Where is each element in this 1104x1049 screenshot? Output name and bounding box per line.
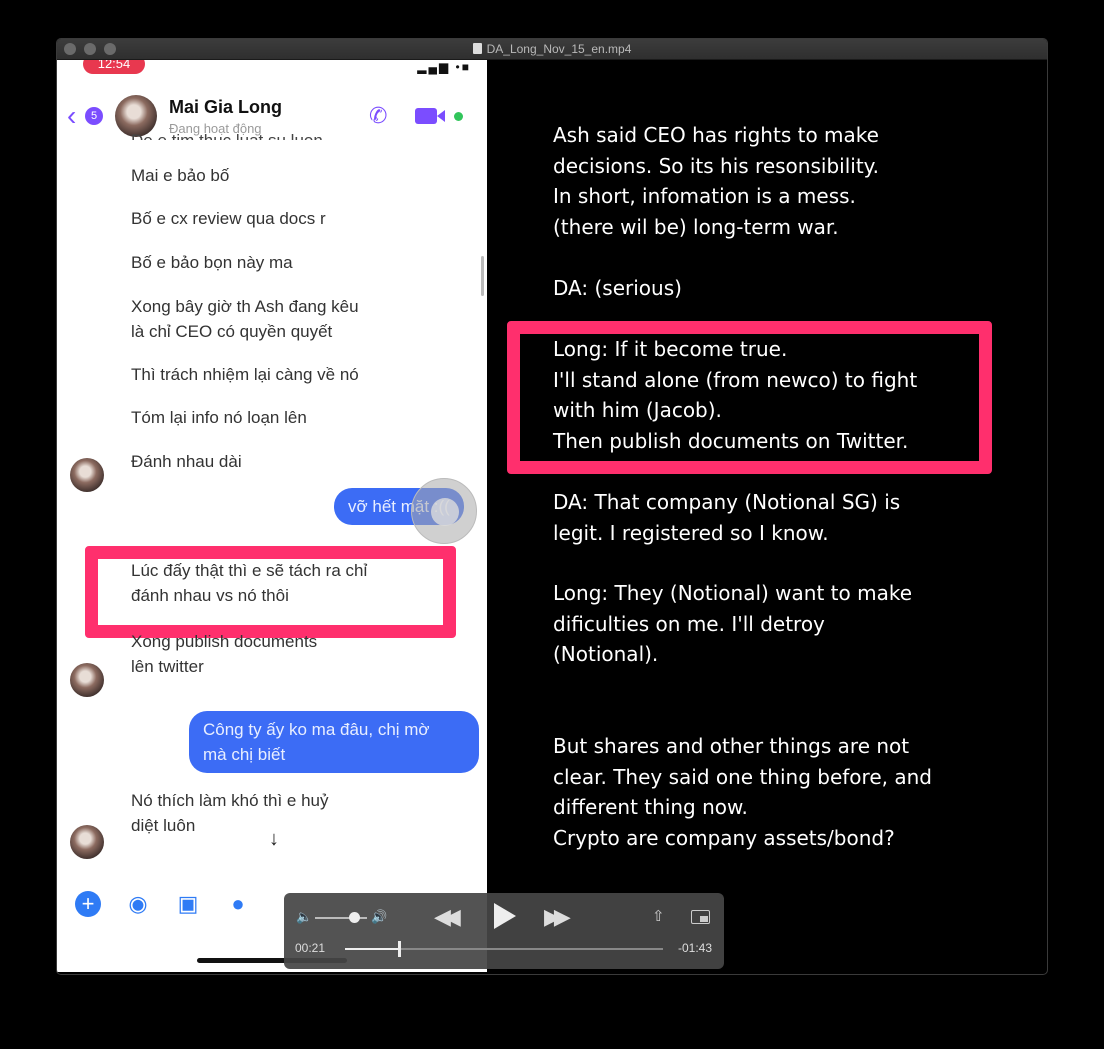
message-3: Bố e bảo bọn này ma: [131, 253, 293, 272]
video-player-window: DA_Long_Nov_15_en.mp4 12:54 ▂▄▆ •■ ‹ 5 M…: [56, 38, 1048, 975]
messenger-screenshot: 12:54 ▂▄▆ •■ ‹ 5 Mai Gia Long Đang hoạt …: [57, 60, 487, 972]
volume-min-icon[interactable]: 🔈: [296, 909, 312, 925]
message-6: Tóm lại info nó loạn lên: [131, 408, 307, 427]
microphone-icon: ●: [231, 891, 245, 916]
scrubber-progress: [345, 948, 400, 950]
volume-knob[interactable]: [349, 912, 360, 923]
message-9: Xong publish documents lên twitter: [131, 632, 318, 676]
remaining-time: -01:43: [677, 941, 712, 955]
camera-icon: ◉: [128, 891, 148, 916]
window-title-wrap: DA_Long_Nov_15_en.mp4: [57, 42, 1047, 56]
playback-controls: 🔈 🔊 ◀◀ ▶▶ ⇧ 00:21 -01:43: [284, 893, 724, 969]
highlight-box-left: [85, 546, 456, 638]
back-count-badge: 5: [85, 107, 103, 125]
cut-off-message: De e tim thuc luat su luon.: [131, 128, 328, 140]
share-icon[interactable]: ⇧: [652, 907, 665, 925]
scroll-down-arrow-icon: ↓: [257, 822, 291, 856]
back-chevron-icon: ‹: [67, 100, 77, 131]
play-icon[interactable]: [494, 903, 516, 929]
message-5: Thì trách nhiệm lại càng về nó: [131, 365, 359, 384]
image-icon: ▣: [177, 891, 199, 916]
video-file-icon: [472, 43, 482, 54]
slide-block-5: Long: They (Notional) want to make dific…: [553, 581, 913, 666]
phone-call-icon: ✆: [369, 103, 388, 128]
scroll-indicator: [481, 256, 484, 296]
assistive-touch-button: [411, 478, 477, 544]
outgoing-bubble-2: Công ty ấy ko ma đâu, chị mờ mà chị biết: [189, 711, 479, 773]
fast-forward-icon[interactable]: ▶▶: [544, 904, 571, 930]
slide-block-2: DA: (serious): [553, 276, 682, 300]
message-2: Bố e cx review qua docs r: [131, 209, 326, 228]
message-1: Mai e bảo bố: [131, 166, 230, 185]
sender-avatar: [70, 825, 104, 859]
status-icons: ▂▄▆ •■: [417, 60, 471, 74]
picture-in-picture-icon[interactable]: [691, 910, 710, 924]
status-time: 12:54: [83, 60, 145, 74]
scrubber-track[interactable]: [345, 941, 663, 957]
message-7: Đánh nhau dài: [131, 452, 242, 471]
scrubber-handle[interactable]: [398, 941, 402, 957]
title-bar: DA_Long_Nov_15_en.mp4: [57, 39, 1047, 60]
highlight-box-right: [507, 321, 992, 474]
sender-avatar: [70, 458, 104, 492]
elapsed-time: 00:21: [295, 941, 326, 955]
message-10: Nó thích làm khó thì e huỷ diệt luôn: [131, 791, 329, 835]
rewind-icon[interactable]: ◀◀: [434, 904, 461, 930]
video-call-icon: [415, 108, 445, 124]
slide-block-1: Ash said CEO has rights to make decision…: [553, 123, 879, 239]
plus-icon: +: [75, 891, 101, 917]
message-4: Xong bây giờ th Ash đang kêu là chỉ CEO …: [131, 297, 359, 341]
contact-name: Mai Gia Long: [169, 97, 283, 117]
sender-avatar: [70, 663, 104, 697]
slide-block-6: But shares and other things are not clea…: [553, 734, 932, 850]
window-title: DA_Long_Nov_15_en.mp4: [486, 42, 632, 56]
online-status-dot: [454, 112, 463, 121]
volume-max-icon[interactable]: 🔊: [371, 909, 387, 925]
slide-block-4: DA: That company (Notional SG) is legit.…: [553, 490, 901, 545]
